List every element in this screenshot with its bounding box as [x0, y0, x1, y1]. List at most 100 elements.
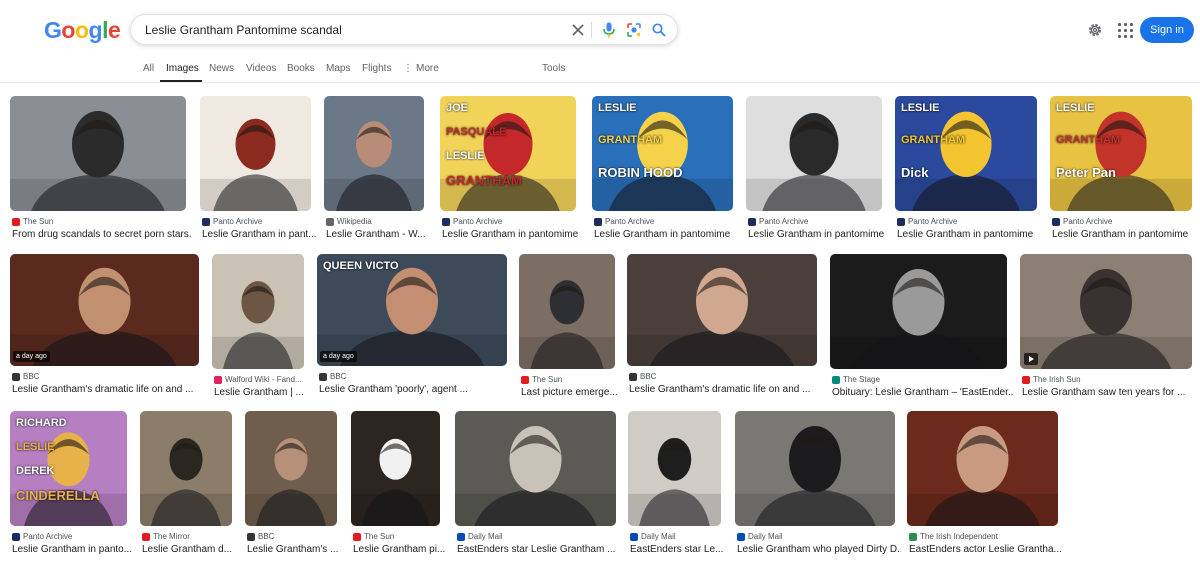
- result-source[interactable]: The Stage: [832, 375, 880, 384]
- result-thumbnail[interactable]: [746, 96, 882, 211]
- image-result-card[interactable]: The Sun Last picture emerge...: [519, 254, 618, 399]
- lens-icon[interactable]: [624, 20, 644, 40]
- tab-images[interactable]: Images: [166, 63, 199, 74]
- result-source[interactable]: Wikipedia: [326, 217, 372, 226]
- result-title[interactable]: Leslie Grantham's dramatic life on and .…: [12, 384, 193, 395]
- result-source[interactable]: Panto Archive: [12, 532, 72, 541]
- result-title[interactable]: EastEnders star Le...: [630, 544, 723, 555]
- close-icon[interactable]: [568, 20, 588, 40]
- tab-more[interactable]: ⋮ More: [403, 63, 439, 74]
- image-result-card[interactable]: LESLIE GRANTHAM ROBIN HOOD Panto Archive Les…: [592, 96, 733, 241]
- result-thumbnail[interactable]: [907, 411, 1058, 526]
- result-thumbnail[interactable]: [628, 411, 721, 526]
- image-result-card[interactable]: RICHARD LESLIE DEREK CINDERELLA Panto Archiv…: [10, 411, 132, 556]
- result-title[interactable]: Leslie Grantham who played Dirty D...: [737, 544, 901, 555]
- result-thumbnail[interactable]: [245, 411, 337, 526]
- result-title[interactable]: Leslie Grantham | ...: [214, 387, 304, 398]
- result-thumbnail[interactable]: QUEEN VICTO a day ago: [317, 254, 507, 366]
- result-thumbnail[interactable]: a day ago: [10, 254, 199, 366]
- image-result-card[interactable]: The Sun Leslie Grantham pi...: [351, 411, 445, 556]
- image-result-card[interactable]: The Mirror Leslie Grantham d...: [140, 411, 232, 556]
- image-result-card[interactable]: LESLIE GRANTHAM Peter Pan Panto Archive Lesl…: [1050, 96, 1192, 241]
- image-result-card[interactable]: The Stage Obituary: Leslie Grantham – 'Ea…: [830, 254, 1013, 399]
- result-source[interactable]: BBC: [247, 532, 274, 541]
- result-source[interactable]: BBC: [12, 372, 39, 381]
- result-thumbnail[interactable]: [324, 96, 424, 211]
- image-result-card[interactable]: Daily Mail EastEnders star Le...: [628, 411, 723, 556]
- result-thumbnail[interactable]: [455, 411, 616, 526]
- google-logo[interactable]: G o o g l e: [44, 17, 121, 43]
- result-title[interactable]: Leslie Grantham 'poorly', agent ...: [319, 384, 468, 395]
- image-result-card[interactable]: Wikipedia Leslie Grantham - W...: [324, 96, 425, 241]
- result-thumbnail[interactable]: [519, 254, 615, 369]
- result-source[interactable]: Panto Archive: [897, 217, 957, 226]
- result-source[interactable]: The Sun: [12, 217, 53, 226]
- result-title[interactable]: Leslie Grantham pi...: [353, 544, 445, 555]
- result-title[interactable]: Leslie Grantham in pantomime: [594, 229, 730, 240]
- image-result-card[interactable]: Daily Mail Leslie Grantham who played Dir…: [735, 411, 901, 556]
- image-result-card[interactable]: The Irish Independent EastEnders actor Le…: [907, 411, 1062, 556]
- result-title[interactable]: Leslie Grantham in pantomime: [748, 229, 884, 240]
- result-title[interactable]: Leslie Grantham in pantomime: [442, 229, 578, 240]
- apps-grid-icon[interactable]: [1115, 20, 1135, 40]
- result-title[interactable]: Leslie Grantham saw ten years for ...: [1022, 387, 1185, 398]
- result-source[interactable]: Panto Archive: [594, 217, 654, 226]
- result-source[interactable]: Daily Mail: [630, 532, 676, 541]
- result-thumbnail[interactable]: LESLIE GRANTHAM Peter Pan: [1050, 96, 1192, 211]
- result-title[interactable]: Last picture emerge...: [521, 387, 618, 398]
- tab-videos[interactable]: Videos: [246, 63, 276, 74]
- result-title[interactable]: Leslie Grantham in pantomime: [897, 229, 1033, 240]
- result-source[interactable]: The Sun: [353, 532, 394, 541]
- image-result-card[interactable]: Walford Wiki - Fand... Leslie Grantham | …: [212, 254, 304, 399]
- result-thumbnail[interactable]: RICHARD LESLIE DEREK CINDERELLA: [10, 411, 127, 526]
- image-result-card[interactable]: QUEEN VICTO a day ago BBC Leslie Grantham '…: [317, 254, 507, 396]
- gear-icon[interactable]: [1085, 20, 1105, 40]
- image-result-card[interactable]: BBC Leslie Grantham's dramatic life on an…: [627, 254, 817, 396]
- result-title[interactable]: EastEnders star Leslie Grantham ...: [457, 544, 615, 555]
- result-source[interactable]: Walford Wiki - Fand...: [214, 375, 302, 384]
- search-icon[interactable]: [649, 20, 669, 40]
- result-source[interactable]: Panto Archive: [1052, 217, 1112, 226]
- image-result-card[interactable]: The Sun From drug scandals to secret porn…: [10, 96, 192, 241]
- result-source[interactable]: BBC: [629, 372, 656, 381]
- result-title[interactable]: Leslie Grantham d...: [142, 544, 232, 555]
- tab-books[interactable]: Books: [287, 63, 315, 74]
- tab-flights[interactable]: Flights: [362, 63, 391, 74]
- result-thumbnail[interactable]: [351, 411, 440, 526]
- result-title[interactable]: Leslie Grantham - W...: [326, 229, 425, 240]
- result-title[interactable]: Leslie Grantham's dramatic life on and .…: [629, 384, 810, 395]
- result-title[interactable]: Leslie Grantham in pant...: [202, 229, 317, 240]
- result-source[interactable]: Panto Archive: [748, 217, 808, 226]
- result-thumbnail[interactable]: [830, 254, 1007, 369]
- result-thumbnail[interactable]: [200, 96, 311, 211]
- result-title[interactable]: Leslie Grantham's ...: [247, 544, 338, 555]
- result-thumbnail[interactable]: [140, 411, 232, 526]
- result-thumbnail[interactable]: [735, 411, 895, 526]
- result-source[interactable]: Panto Archive: [442, 217, 502, 226]
- result-source[interactable]: BBC: [319, 372, 346, 381]
- mic-icon[interactable]: [599, 20, 619, 40]
- result-source[interactable]: The Irish Independent: [909, 532, 998, 541]
- image-result-card[interactable]: a day ago BBC Leslie Grantham's dramatic l…: [10, 254, 199, 396]
- image-result-card[interactable]: BBC Leslie Grantham's ...: [245, 411, 338, 556]
- result-source[interactable]: The Irish Sun: [1022, 375, 1081, 384]
- tab-all[interactable]: All: [143, 63, 154, 74]
- result-thumbnail[interactable]: [1020, 254, 1192, 369]
- tab-news[interactable]: News: [209, 63, 234, 74]
- result-thumbnail[interactable]: JOE PASQUALE LESLIE GRANTHAM: [440, 96, 576, 211]
- tab-maps[interactable]: Maps: [326, 63, 350, 74]
- result-thumbnail[interactable]: LESLIE GRANTHAM Dick: [895, 96, 1037, 211]
- search-input[interactable]: [145, 19, 565, 40]
- result-title[interactable]: EastEnders actor Leslie Grantha...: [909, 544, 1062, 555]
- result-source[interactable]: The Sun: [521, 375, 562, 384]
- result-thumbnail[interactable]: [627, 254, 817, 366]
- result-source[interactable]: Panto Archive: [202, 217, 262, 226]
- image-result-card[interactable]: The Irish Sun Leslie Grantham saw ten yea…: [1020, 254, 1192, 399]
- sign-in-button[interactable]: Sign in: [1140, 17, 1194, 43]
- image-result-card[interactable]: LESLIE GRANTHAM Dick Panto Archive Leslie Gr…: [895, 96, 1037, 241]
- result-title[interactable]: Obituary: Leslie Grantham – 'EastEnder..…: [832, 387, 1013, 398]
- result-thumbnail[interactable]: [10, 96, 186, 211]
- result-title[interactable]: Leslie Grantham in panto...: [12, 544, 132, 555]
- result-source[interactable]: Daily Mail: [737, 532, 783, 541]
- result-thumbnail[interactable]: [212, 254, 304, 369]
